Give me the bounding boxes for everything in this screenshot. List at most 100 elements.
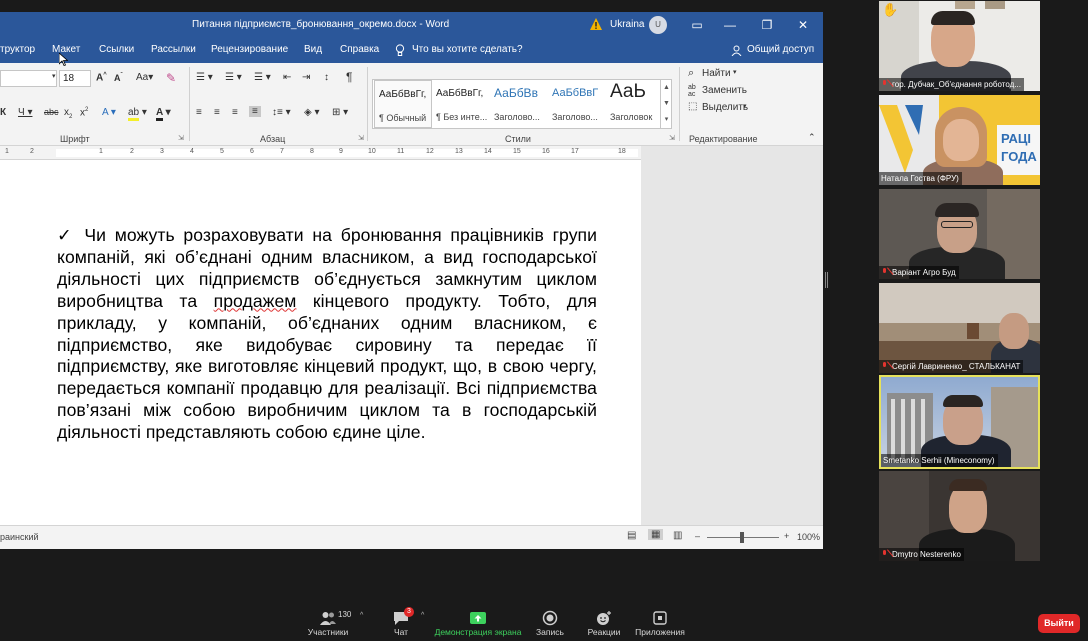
chat-label: Чат	[393, 627, 409, 637]
participants-icon	[320, 612, 336, 625]
read-mode-icon[interactable]: ▤	[627, 530, 636, 541]
select-button[interactable]: Выделить	[702, 102, 748, 113]
participant-tile[interactable]: ✋ гор. Дубчак_Об'єднання роботод...	[879, 1, 1040, 91]
ruler-number: 5	[220, 148, 224, 155]
close-button[interactable]: ✕	[791, 15, 815, 35]
style-heading-1[interactable]: АаБбВв Заголово...	[490, 80, 548, 128]
shrink-font-icon[interactable]: Aˇ	[114, 73, 123, 83]
style-heading-2[interactable]: АаБбВвГ Заголово...	[548, 80, 606, 128]
horizontal-ruler[interactable]: 1 2 1 2 3 4 5 6 7 8 9 10 11 12 13 14 15 …	[0, 146, 641, 160]
ruler-number: 1	[5, 148, 9, 155]
zoom-in-icon[interactable]: +	[784, 531, 789, 541]
tab-help[interactable]: Справка	[340, 44, 379, 55]
tab-review[interactable]: Рецензирование	[211, 44, 288, 55]
participant-tile[interactable]: Варіант Агро Буд	[879, 189, 1040, 279]
document-paragraph[interactable]: ✓ Чи можуть розраховувати на бронювання …	[57, 225, 597, 444]
numbering-icon[interactable]: ☰ ▾	[225, 72, 242, 83]
minimize-button[interactable]: —	[718, 15, 742, 35]
paragraph-dialog-launcher-icon[interactable]: ⇲	[358, 134, 364, 142]
tell-me-search[interactable]: Что вы хотите сделать?	[412, 44, 523, 55]
participant-name-bar: Сергій Лавриненко_ СТАЛЬКАНАТ	[879, 360, 1024, 373]
font-color-icon[interactable]: A ▾	[156, 107, 171, 121]
styles-dialog-launcher-icon[interactable]: ⇲	[669, 134, 675, 142]
decrease-indent-icon[interactable]: ⇤	[283, 72, 291, 83]
zoom-level[interactable]: 100%	[797, 532, 820, 542]
tab-references[interactable]: Ссылки	[99, 44, 134, 55]
replace-button[interactable]: Заменить	[702, 85, 747, 96]
superscript-icon[interactable]: x2	[80, 107, 88, 118]
clear-formatting-icon[interactable]: ✎	[166, 71, 176, 85]
underline-icon[interactable]: Ч ▾	[18, 107, 32, 118]
spelling-error-word[interactable]: продажем	[214, 291, 297, 311]
increase-indent-icon[interactable]: ⇥	[302, 72, 310, 83]
share-button[interactable]: Общий доступ	[747, 44, 814, 55]
chat-options-chevron-icon[interactable]: ^	[421, 612, 424, 619]
bold-icon[interactable]: К	[0, 107, 6, 118]
participant-hair	[935, 203, 979, 217]
participant-name: Натала Гоства (ФРУ)	[881, 174, 959, 183]
account-avatar[interactable]: U	[649, 16, 667, 34]
chat-button[interactable]: 3 Чат	[361, 607, 441, 641]
ruler-number: 16	[542, 148, 550, 155]
banner-text: РАЦІ	[1001, 131, 1032, 146]
styles-scroll[interactable]: ▲ ▼ ▾	[660, 80, 672, 128]
ribbon-display-icon[interactable]: ▭	[685, 15, 709, 35]
participant-face	[943, 119, 979, 161]
leave-meeting-button[interactable]: Выйти	[1038, 614, 1080, 633]
find-icon: ⌕	[688, 67, 695, 79]
style-title[interactable]: АаЬ Заголовок	[606, 80, 664, 128]
print-layout-icon[interactable]: ▦	[648, 529, 664, 540]
select-dropdown-icon[interactable]: ▾	[743, 102, 747, 110]
warning-icon[interactable]	[589, 17, 603, 31]
participant-name-bar: Натала Гоства (ФРУ)	[879, 172, 962, 185]
tab-design[interactable]: труктор	[0, 44, 35, 55]
change-case-icon[interactable]: Aa▾	[136, 72, 153, 83]
align-left-icon[interactable]: ≡	[196, 107, 202, 118]
tab-mailings[interactable]: Рассылки	[151, 44, 196, 55]
grow-font-icon[interactable]: A^	[96, 72, 107, 83]
justify-icon[interactable]: ≡	[249, 106, 261, 117]
borders-icon[interactable]: ⊞ ▾	[332, 107, 348, 118]
zoom-slider-thumb[interactable]	[740, 532, 744, 543]
shading-icon[interactable]: ◈ ▾	[304, 107, 320, 118]
participant-name-bar: Smetanko Serhii (Mineconomy)	[881, 454, 998, 467]
participant-tile[interactable]: Dmytro Nesterenko	[879, 471, 1040, 561]
zoom-out-icon[interactable]: –	[695, 531, 700, 541]
line-spacing-icon[interactable]: ↕≡ ▾	[272, 107, 291, 118]
account-region[interactable]: Ukraina	[610, 19, 644, 30]
find-dropdown-icon[interactable]: ▾	[733, 68, 737, 76]
text-effects-icon[interactable]: A ▾	[102, 107, 116, 118]
collapse-ribbon-icon[interactable]: ⌃	[808, 132, 816, 143]
strikethrough-icon[interactable]: abc	[44, 107, 59, 117]
participants-button[interactable]: 130 Участники	[288, 607, 368, 641]
align-right-icon[interactable]: ≡	[232, 107, 238, 118]
font-name-dropdown-icon[interactable]: ▾	[52, 72, 56, 80]
apps-button[interactable]: Приложения	[620, 607, 700, 641]
font-name-box[interactable]	[0, 70, 57, 87]
show-marks-icon[interactable]: ¶	[346, 70, 352, 84]
participant-tile[interactable]: Сергій Лавриненко_ СТАЛЬКАНАТ	[879, 283, 1040, 373]
subscript-icon[interactable]: x2	[64, 107, 72, 120]
style-no-spacing[interactable]: АаБбВвГг, ¶ Без инте...	[432, 80, 490, 128]
participant-tile[interactable]: РАЦІ ГОДА Натала Гоства (ФРУ)	[879, 95, 1040, 185]
ruler-number: 2	[130, 148, 134, 155]
document-page[interactable]: ✓ Чи можуть розраховувати на бронювання …	[0, 160, 641, 525]
align-center-icon[interactable]: ≡	[214, 107, 220, 118]
font-size-box[interactable]: 18	[59, 70, 91, 87]
highlight-icon[interactable]: ab ▾	[128, 107, 147, 121]
tab-view[interactable]: Вид	[304, 44, 322, 55]
document-title: Питання підприємств_бронювання_окремо.do…	[192, 19, 450, 30]
style-normal[interactable]: АаБбВвГг, ¶ Обычный	[374, 80, 432, 128]
pane-resize-handle[interactable]	[825, 272, 828, 288]
multilevel-list-icon[interactable]: ☰ ▾	[254, 72, 271, 83]
sort-icon[interactable]: ↕	[324, 72, 329, 83]
web-layout-icon[interactable]: ▥	[673, 530, 682, 541]
participant-tile-active-speaker[interactable]: Smetanko Serhii (Mineconomy)	[879, 375, 1040, 469]
maximize-button[interactable]: ❐	[755, 15, 779, 35]
font-dialog-launcher-icon[interactable]: ⇲	[178, 134, 184, 142]
paragraph-group-label: Абзац	[260, 134, 286, 144]
status-language[interactable]: раинский	[0, 532, 39, 542]
bullets-icon[interactable]: ☰ ▾	[196, 72, 213, 83]
find-button[interactable]: Найти	[702, 68, 731, 79]
participant-name-bar: Варіант Агро Буд	[879, 266, 959, 279]
